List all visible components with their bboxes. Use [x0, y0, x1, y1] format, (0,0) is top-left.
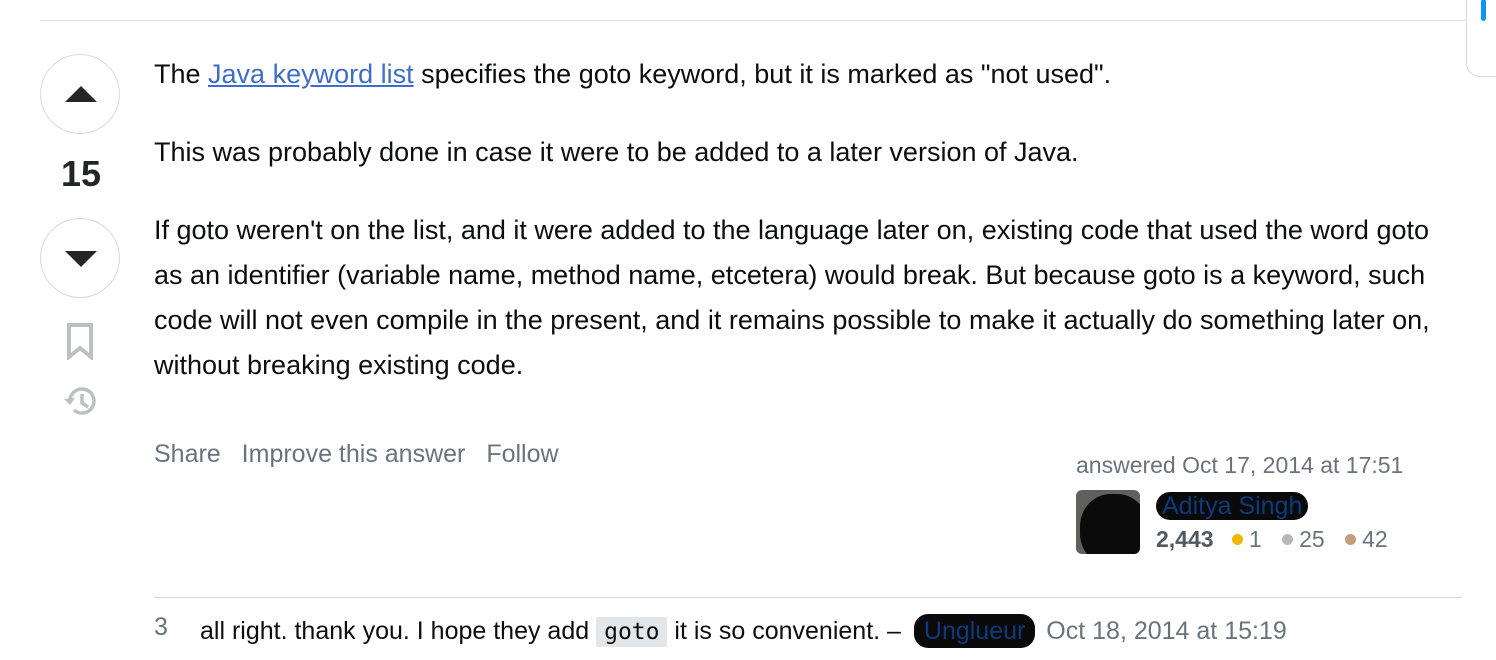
upvote-button[interactable]	[40, 54, 120, 134]
avatar[interactable]	[1076, 490, 1140, 554]
post-actions: Share Improve this answer Follow	[154, 440, 573, 469]
history-icon[interactable]	[62, 382, 98, 420]
reputation-score: 2,443	[1156, 526, 1214, 552]
follow-link[interactable]: Follow	[486, 440, 558, 468]
comment-text-end: it is so convenient. –	[667, 617, 908, 645]
answer-body: The Java keyword list specifies the goto…	[154, 52, 1464, 421]
vote-up-icon	[65, 86, 97, 102]
vote-score: 15	[60, 153, 102, 194]
silver-badge-count: 25	[1299, 526, 1325, 552]
gold-badge-count: 1	[1248, 526, 1262, 552]
downvote-button[interactable]	[40, 218, 120, 298]
silver-badge-icon	[1282, 534, 1294, 545]
comment-text: all right. thank you. I hope they add	[200, 617, 597, 645]
user-name-link[interactable]: Aditya Singh	[1156, 492, 1309, 520]
user-card: answered Oct 17, 2014 at 17:51 Aditya Si…	[1076, 450, 1476, 554]
reputation-line: 2,443 1 25 42	[1156, 526, 1402, 553]
floating-panel-edge	[1466, 0, 1496, 77]
improve-answer-link[interactable]: Improve this answer	[242, 440, 466, 468]
paragraph-3: If goto weren't on the list, and it were…	[154, 215, 1430, 380]
comment-score: 3	[154, 613, 168, 641]
share-link[interactable]: Share	[154, 440, 221, 468]
comment-user-link[interactable]: Unglueur	[913, 614, 1036, 648]
paragraph-2: This was probably done in case it were t…	[154, 137, 1079, 167]
bronze-badge-icon	[1345, 534, 1357, 545]
comment-code: goto	[596, 617, 668, 647]
java-keyword-list-link[interactable]: Java keyword list	[208, 59, 414, 89]
bronze-badge-count: 42	[1362, 526, 1388, 552]
bookmark-icon[interactable]	[62, 322, 98, 360]
comment-item: 3 all right. thank you. I hope they add g…	[154, 613, 1287, 649]
paragraph-1: The Java keyword list specifies the goto…	[154, 59, 1112, 89]
gold-badge-icon	[1231, 534, 1243, 545]
vote-down-icon	[65, 251, 97, 267]
top-divider	[40, 20, 1480, 21]
comments-divider	[154, 597, 1462, 598]
comment-date[interactable]: Oct 18, 2014 at 15:19	[1046, 617, 1286, 645]
answered-timestamp: answered Oct 17, 2014 at 17:51	[1076, 452, 1404, 478]
